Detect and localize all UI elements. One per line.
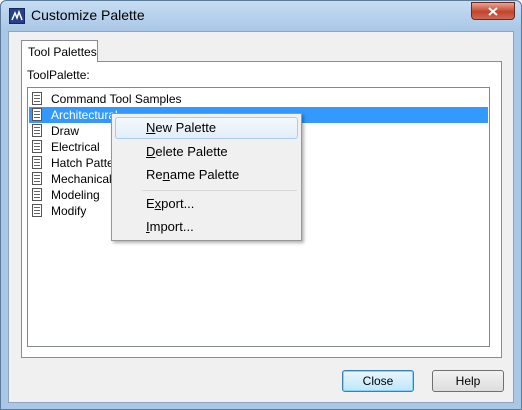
palette-icon <box>32 156 42 169</box>
menu-label-pre: E <box>146 196 155 211</box>
list-item-label: Modeling <box>51 188 100 202</box>
menu-item-delete-palette[interactable]: Delete Palette <box>115 141 298 163</box>
menu-item-rename-palette[interactable]: Rename Palette <box>115 164 298 186</box>
palette-icon <box>32 204 42 217</box>
menu-label-post: elete Palette <box>155 144 228 159</box>
menu-label-post: port... <box>161 196 195 211</box>
close-window-button[interactable] <box>471 2 515 20</box>
list-item-label: Mechanical <box>51 172 112 186</box>
palette-icon <box>32 108 42 121</box>
toolpalette-label: ToolPalette: <box>27 68 90 82</box>
title-bar[interactable]: Customize Palette <box>1 1 521 31</box>
menu-item-new-palette[interactable]: New Palette <box>115 117 298 139</box>
list-item-label: Electrical <box>51 140 100 154</box>
list-item[interactable]: Command Tool Samples <box>29 91 488 107</box>
palette-icon <box>32 92 42 105</box>
menu-item-export[interactable]: Export... <box>115 193 298 215</box>
menu-separator <box>142 190 297 191</box>
menu-label-post: ame Palette <box>169 167 240 182</box>
menu-accelerator: D <box>146 144 156 159</box>
list-item-label: Command Tool Samples <box>51 92 182 106</box>
list-item-label: Architectural <box>51 108 118 122</box>
menu-label-post: ew Palette <box>155 120 217 135</box>
tab-label: Tool Palettes <box>28 45 97 59</box>
help-button[interactable]: Help <box>432 370 504 392</box>
context-menu: New Palette Delete Palette Rename Palett… <box>111 113 302 241</box>
app-icon <box>9 8 25 24</box>
palette-icon <box>32 172 42 185</box>
menu-item-import[interactable]: Import... <box>115 216 298 238</box>
close-button[interactable]: Close <box>342 370 414 392</box>
list-item-label: Draw <box>51 124 80 138</box>
dialog-window: Customize Palette Tool Palettes ToolPale… <box>0 0 522 410</box>
close-icon <box>488 7 498 16</box>
menu-label-pre: Re <box>146 167 163 182</box>
palette-icon <box>32 124 42 137</box>
menu-accelerator: N <box>146 120 156 135</box>
palette-icon <box>32 140 42 153</box>
menu-label-post: mport... <box>149 219 194 234</box>
tab-tool-palettes[interactable]: Tool Palettes <box>21 40 98 62</box>
menu-accelerator: n <box>162 167 170 182</box>
list-item-label: Modify <box>51 204 87 218</box>
palette-icon <box>32 188 42 201</box>
window-title: Customize Palette <box>31 7 145 23</box>
